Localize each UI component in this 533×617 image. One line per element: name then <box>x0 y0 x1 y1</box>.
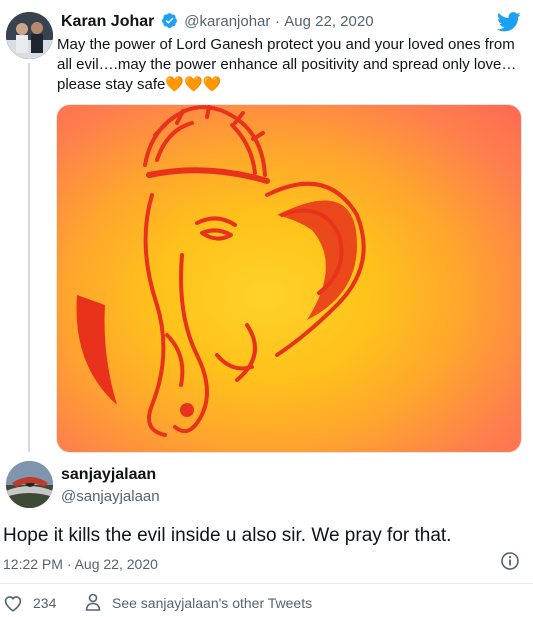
info-icon[interactable] <box>500 551 520 576</box>
dot-separator: · <box>274 13 280 30</box>
tweet-image[interactable] <box>56 104 522 453</box>
twitter-bird-icon[interactable] <box>497 12 521 37</box>
tweet-date[interactable]: Aug 22, 2020 <box>284 13 373 30</box>
tweet-text: May the power of Lord Ganesh protect you… <box>57 36 517 93</box>
reply-timestamp[interactable]: 12:22 PM · Aug 22, 2020 <box>3 556 158 572</box>
reply-author-handle[interactable]: @sanjayjalaan <box>61 488 160 505</box>
like-count: 234 <box>33 595 57 611</box>
tweet-header: Karan Johar @karanjohar · Aug 22, 2020 <box>61 12 374 32</box>
author-handle[interactable]: @karanjohar <box>184 13 270 30</box>
author-name[interactable]: Karan Johar <box>61 13 154 30</box>
reply-author-name[interactable]: sanjayjalaan <box>61 466 156 484</box>
thread-line <box>28 63 30 452</box>
heart-icon[interactable] <box>3 594 23 617</box>
verified-badge-icon <box>161 12 178 34</box>
person-icon[interactable] <box>85 593 101 616</box>
author-avatar[interactable] <box>6 12 53 59</box>
reply-avatar[interactable] <box>6 461 53 508</box>
divider <box>0 583 533 584</box>
profile-link[interactable]: See sanjayjalaan's other Tweets <box>112 595 312 611</box>
ganesha-illustration <box>76 105 366 437</box>
reply-text: Hope it kills the evil inside u also sir… <box>3 525 452 546</box>
